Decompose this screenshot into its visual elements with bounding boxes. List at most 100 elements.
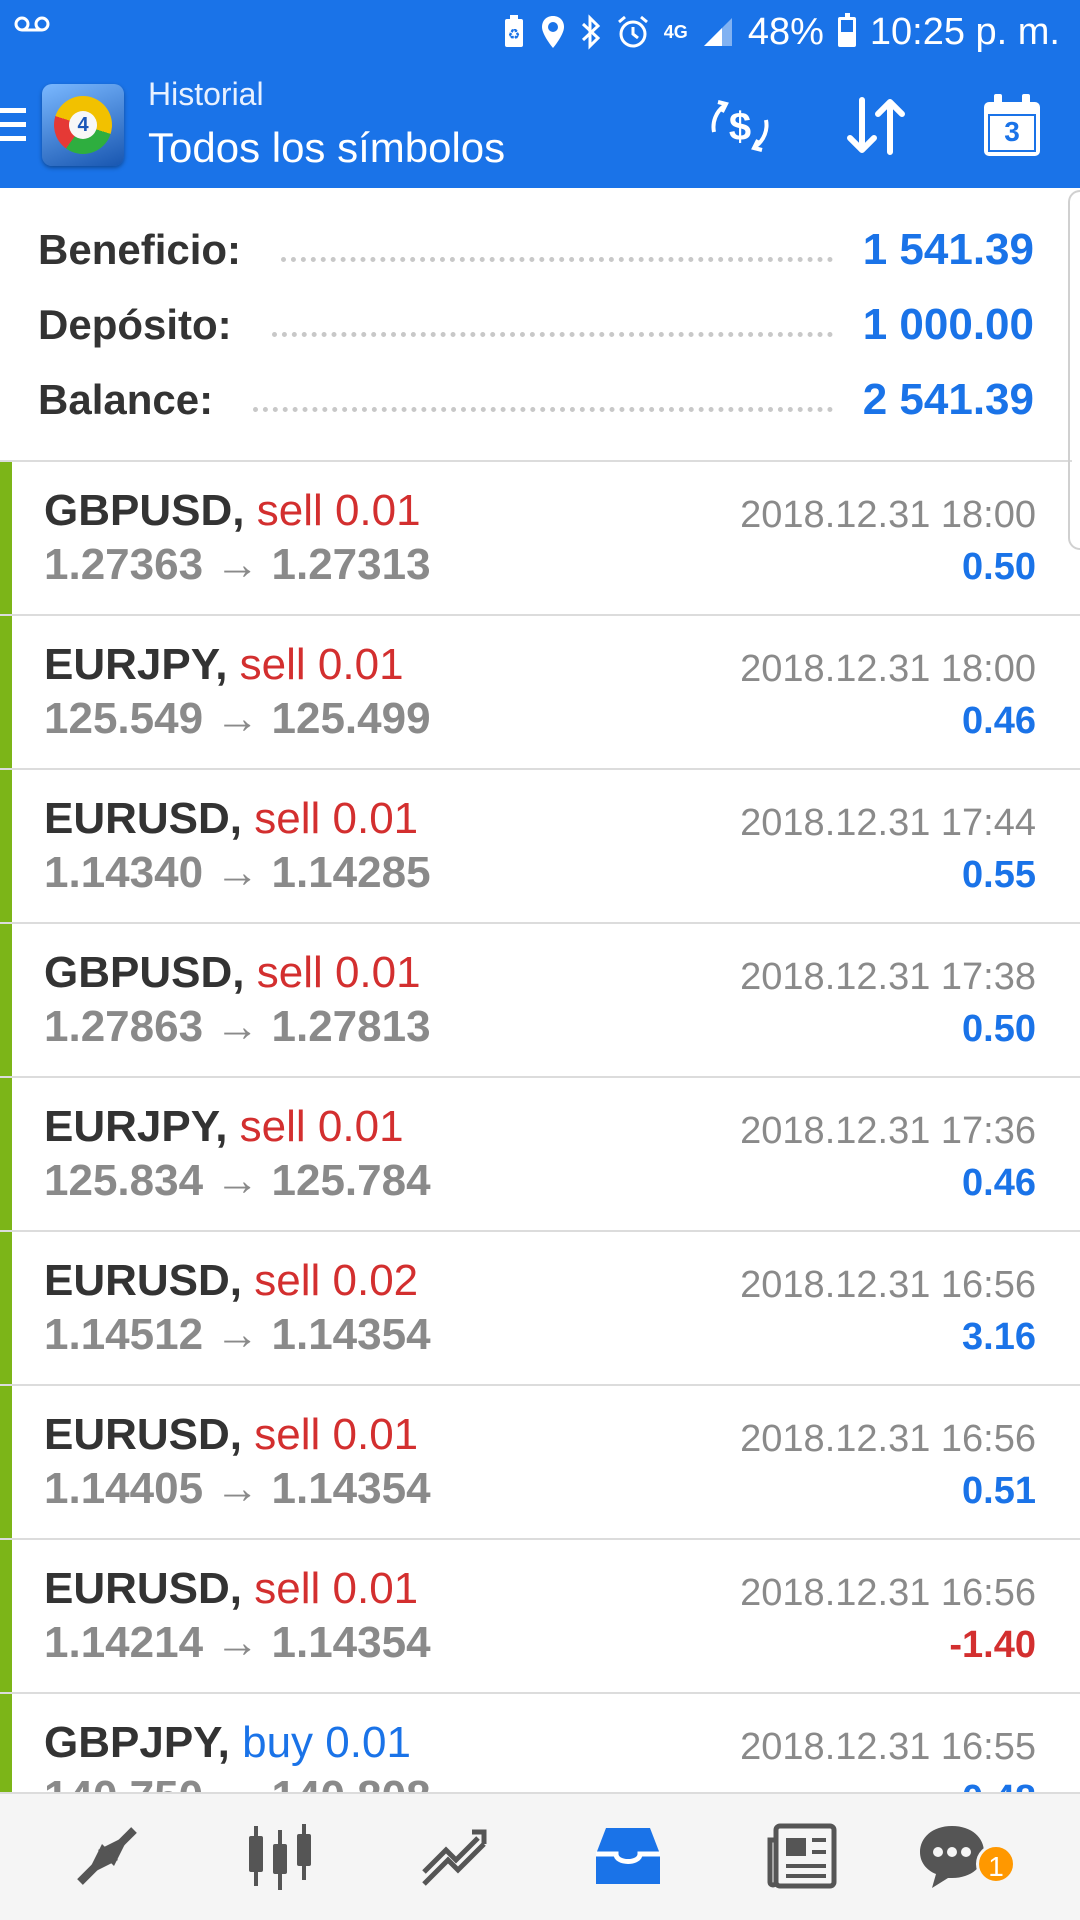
trade-prices: 1.14512 → 1.14354 [44, 1310, 431, 1359]
trade-prices: 1.14405 → 1.14354 [44, 1464, 431, 1513]
trade-profit-indicator [0, 616, 12, 768]
trade-symbol: EURJPY, [44, 640, 228, 689]
trade-row[interactable]: EURUSD, sell 0.01 1.14340 → 1.14285 2018.1… [0, 770, 1080, 924]
trade-date: 2018.12.31 17:38 [740, 956, 1036, 998]
summary-value: 1 000.00 [862, 300, 1034, 349]
svg-text:♻: ♻ [508, 26, 521, 42]
trade-row[interactable]: GBPUSD, sell 0.01 1.27863 → 1.27813 2018.1… [0, 924, 1080, 1078]
trade-type: sell 0.01 [256, 486, 421, 535]
trade-title: EURJPY, sell 0.01 [44, 1102, 404, 1152]
trade-date: 2018.12.31 16:56 [740, 1418, 1036, 1460]
trade-profit: 0.51 [962, 1470, 1036, 1512]
header-title[interactable]: Todos los símbolos [148, 124, 505, 172]
trade-symbol: EURUSD, [44, 1256, 243, 1305]
trade-title: EURUSD, sell 0.01 [44, 794, 418, 844]
leader-dots [253, 388, 833, 412]
alarm-icon [616, 10, 650, 54]
trade-type: sell 0.01 [239, 1102, 404, 1151]
trade-title: GBPUSD, sell 0.01 [44, 486, 421, 536]
calendar-day: 3 [1004, 116, 1020, 147]
menu-icon[interactable] [0, 108, 26, 150]
trade-symbol: GBPUSD, [44, 486, 245, 535]
trade-date: 2018.12.31 18:00 [740, 648, 1036, 690]
trade-profit: 3.16 [962, 1316, 1036, 1358]
trade-symbol: GBPJPY, [44, 1718, 230, 1767]
trade-type: buy 0.01 [242, 1718, 411, 1767]
trade-prices: 1.14214 → 1.14354 [44, 1618, 431, 1667]
summary-label: Beneficio: [38, 226, 242, 273]
bottom-nav [0, 1792, 1080, 1920]
status-bar: ♻ 4G 48% 10:25 p. m. [0, 0, 1080, 64]
network-type-icon: 4G [663, 22, 688, 42]
trade-row[interactable]: EURUSD, sell 0.01 1.14214 → 1.14354 2018.1… [0, 1540, 1080, 1694]
trade-row[interactable]: GBPJPY, buy 0.01 140.750 → 140.808 2018.12… [0, 1694, 1080, 1792]
trade-date: 2018.12.31 16:56 [740, 1572, 1036, 1614]
trade-row[interactable]: EURUSD, sell 0.02 1.14512 → 1.14354 2018.1… [0, 1232, 1080, 1386]
location-icon [540, 10, 566, 54]
symbol-filter-icon[interactable]: $ [704, 92, 776, 165]
trade-date: 2018.12.31 16:55 [740, 1726, 1036, 1768]
trade-title: GBPJPY, buy 0.01 [44, 1718, 411, 1768]
svg-text:$: $ [729, 105, 751, 149]
trade-profit-indicator [0, 770, 12, 922]
metatrader-logo[interactable]: 4 [42, 84, 124, 166]
trade-date: 2018.12.31 17:36 [740, 1110, 1036, 1152]
summary-panel: Beneficio: 1 541.39 Depósito: 1 000.00 B… [0, 188, 1072, 462]
chat-badge: 1 [976, 1844, 1016, 1884]
chart-icon[interactable] [244, 1820, 316, 1892]
battery-saver-icon: ♻ [502, 10, 526, 54]
trade-date: 2018.12.31 18:00 [740, 494, 1036, 536]
trade-profit-indicator [0, 924, 12, 1076]
trade-list[interactable]: GBPUSD, sell 0.01 1.27363 → 1.27313 2018.1… [0, 462, 1080, 1792]
signal-icon [702, 10, 734, 54]
trade-row[interactable]: EURJPY, sell 0.01 125.834 → 125.784 2018.1… [0, 1078, 1080, 1232]
battery-percent: 48% [747, 10, 824, 53]
trade-prices: 125.549 → 125.499 [44, 694, 431, 743]
summary-row-deposit: Depósito: 1 000.00 [38, 295, 1034, 355]
trade-type: sell 0.01 [256, 948, 421, 997]
news-icon[interactable] [766, 1820, 838, 1892]
leader-dots [271, 313, 833, 337]
trade-profit: 0.50 [962, 546, 1036, 588]
trade-profit-indicator [0, 1078, 12, 1230]
trade-type: sell 0.01 [239, 640, 404, 689]
history-icon[interactable] [592, 1820, 664, 1892]
trade-row[interactable]: GBPUSD, sell 0.01 1.27363 → 1.27313 2018.1… [0, 462, 1080, 616]
battery-icon [837, 13, 856, 47]
trade-prices: 1.14340 → 1.14285 [44, 848, 431, 897]
trade-symbol: EURUSD, [44, 1564, 243, 1613]
summary-value: 1 541.39 [862, 225, 1034, 274]
trade-date: 2018.12.31 16:56 [740, 1264, 1036, 1306]
trade-symbol: EURUSD, [44, 1410, 243, 1459]
voicemail-icon [14, 14, 50, 39]
trade-profit-indicator [0, 1694, 12, 1792]
trade-profit: 0.46 [962, 1162, 1036, 1204]
summary-label: Depósito: [38, 301, 232, 348]
trade-prices: 1.27863 → 1.27813 [44, 1002, 431, 1051]
trade-prices: 1.27363 → 1.27313 [44, 540, 431, 589]
trade-title: GBPUSD, sell 0.01 [44, 948, 421, 998]
header-subtitle: Historial [148, 76, 264, 112]
trade-row[interactable]: EURJPY, sell 0.01 125.549 → 125.499 2018.1… [0, 616, 1080, 770]
trade-profit: 0.50 [962, 1008, 1036, 1050]
trade-type: sell 0.01 [254, 1410, 419, 1459]
summary-label: Balance: [38, 376, 214, 423]
trade-profit: 0.48 [962, 1778, 1036, 1792]
trade-icon[interactable] [418, 1820, 490, 1892]
trade-title: EURUSD, sell 0.01 [44, 1410, 418, 1460]
trade-type: sell 0.02 [254, 1256, 419, 1305]
trade-type: sell 0.01 [254, 1564, 419, 1613]
quotes-icon[interactable] [72, 1820, 144, 1892]
trade-profit: 0.46 [962, 700, 1036, 742]
trade-prices: 125.834 → 125.784 [44, 1156, 431, 1205]
trade-profit: 0.55 [962, 854, 1036, 896]
bluetooth-icon [580, 10, 602, 54]
app-header: 4 Historial Todos los símbolos $ 3 [0, 64, 1080, 188]
trade-profit-indicator [0, 1232, 12, 1384]
calendar-icon[interactable]: 3 [980, 92, 1044, 165]
trade-profit-indicator [0, 462, 12, 614]
summary-value: 2 541.39 [862, 375, 1034, 424]
trade-title: EURJPY, sell 0.01 [44, 640, 404, 690]
trade-row[interactable]: EURUSD, sell 0.01 1.14405 → 1.14354 2018.1… [0, 1386, 1080, 1540]
sort-icon[interactable] [840, 92, 912, 165]
